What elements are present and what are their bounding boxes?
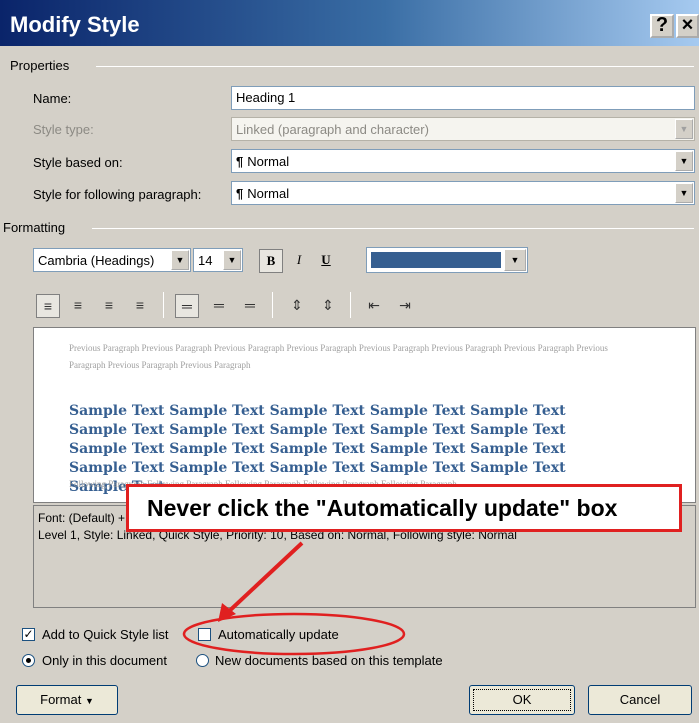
- font-value: Cambria (Headings): [38, 253, 155, 268]
- space-before-icon[interactable]: ⇕: [285, 294, 309, 318]
- chevron-down-icon: ▼: [223, 250, 241, 270]
- close-button[interactable]: ×: [676, 14, 699, 38]
- help-button[interactable]: ?: [650, 14, 674, 38]
- font-color-select[interactable]: ▼: [366, 247, 528, 273]
- chevron-down-icon: ▼: [171, 250, 189, 270]
- toolbar-separator: [163, 292, 164, 318]
- toolbar-separator: [350, 292, 351, 318]
- style-preview: Previous Paragraph Previous Paragraph Pr…: [33, 327, 696, 503]
- name-field[interactable]: Heading 1: [231, 86, 695, 110]
- italic-button[interactable]: I: [287, 249, 311, 273]
- new-documents-radio[interactable]: [196, 654, 209, 667]
- font-size-value: 14: [198, 253, 213, 268]
- formatting-divider: [92, 228, 694, 229]
- double-spacing-icon[interactable]: ═: [238, 294, 262, 318]
- based-on-value: Normal: [247, 154, 290, 169]
- bold-button[interactable]: B: [259, 249, 283, 273]
- following-label: Style for following paragraph:: [33, 187, 202, 202]
- help-icon: ?: [655, 14, 669, 36]
- based-on-select[interactable]: ¶ Normal ▼: [231, 149, 695, 173]
- quick-style-checkbox[interactable]: ✓: [22, 628, 35, 641]
- font-color-swatch: [371, 252, 501, 268]
- new-documents-label: New documents based on this template: [215, 653, 443, 668]
- based-on-label: Style based on:: [33, 155, 123, 170]
- format-menu-button[interactable]: Format ▼: [16, 685, 118, 715]
- font-select[interactable]: Cambria (Headings) ▼: [33, 248, 191, 272]
- properties-divider: [96, 66, 694, 67]
- format-button-label: Format: [40, 692, 82, 707]
- dialog-title: Modify Style: [10, 12, 140, 37]
- following-style-select[interactable]: ¶ Normal ▼: [231, 181, 695, 205]
- close-icon: ×: [681, 14, 694, 36]
- decrease-indent-icon[interactable]: ⇤: [362, 294, 386, 318]
- paragraph-mark-icon: ¶: [236, 154, 244, 169]
- justify-icon[interactable]: ≡: [128, 294, 152, 318]
- auto-update-checkbox[interactable]: [198, 628, 211, 641]
- properties-group-label: Properties: [10, 58, 70, 73]
- paragraph-mark-icon: ¶: [236, 186, 244, 201]
- formatting-group-label: Formatting: [3, 220, 66, 235]
- chevron-down-icon: ▼: [675, 183, 693, 203]
- title-bar: Modify Style ? ×: [0, 0, 699, 46]
- following-value: Normal: [247, 186, 290, 201]
- toolbar-separator: [272, 292, 273, 318]
- cancel-button[interactable]: Cancel: [588, 685, 692, 715]
- style-type-value: Linked (paragraph and character): [236, 122, 429, 137]
- annotation-callout: Never click the "Automatically update" b…: [126, 484, 682, 532]
- align-left-icon[interactable]: ≡: [36, 294, 60, 318]
- name-label: Name:: [33, 91, 72, 106]
- auto-update-label: Automatically update: [218, 627, 339, 642]
- chevron-down-icon: ▼: [675, 151, 693, 171]
- underline-button[interactable]: U: [314, 249, 338, 273]
- style-type-select[interactable]: Linked (paragraph and character) ▼: [231, 117, 695, 141]
- space-after-icon[interactable]: ⇕: [316, 294, 340, 318]
- chevron-down-icon: ▼: [675, 119, 693, 139]
- align-right-icon[interactable]: ≡: [97, 294, 121, 318]
- one-half-spacing-icon[interactable]: ═: [207, 294, 231, 318]
- chevron-down-icon: ▼: [84, 696, 94, 706]
- chevron-down-icon: ▼: [504, 249, 526, 271]
- previous-paragraph-text: Previous Paragraph Previous Paragraph Pr…: [69, 343, 608, 370]
- ok-button[interactable]: OK: [469, 685, 575, 715]
- quick-style-label: Add to Quick Style list: [42, 627, 169, 642]
- only-this-document-label: Only in this document: [42, 653, 168, 668]
- align-center-icon[interactable]: ≡: [66, 294, 90, 318]
- style-type-label: Style type:: [33, 122, 94, 137]
- annotation-text: Never click the "Automatically update" b…: [147, 495, 618, 521]
- single-spacing-icon[interactable]: ═: [175, 294, 199, 318]
- only-this-document-radio[interactable]: [22, 654, 35, 667]
- font-size-select[interactable]: 14 ▼: [193, 248, 243, 272]
- increase-indent-icon[interactable]: ⇥: [393, 294, 417, 318]
